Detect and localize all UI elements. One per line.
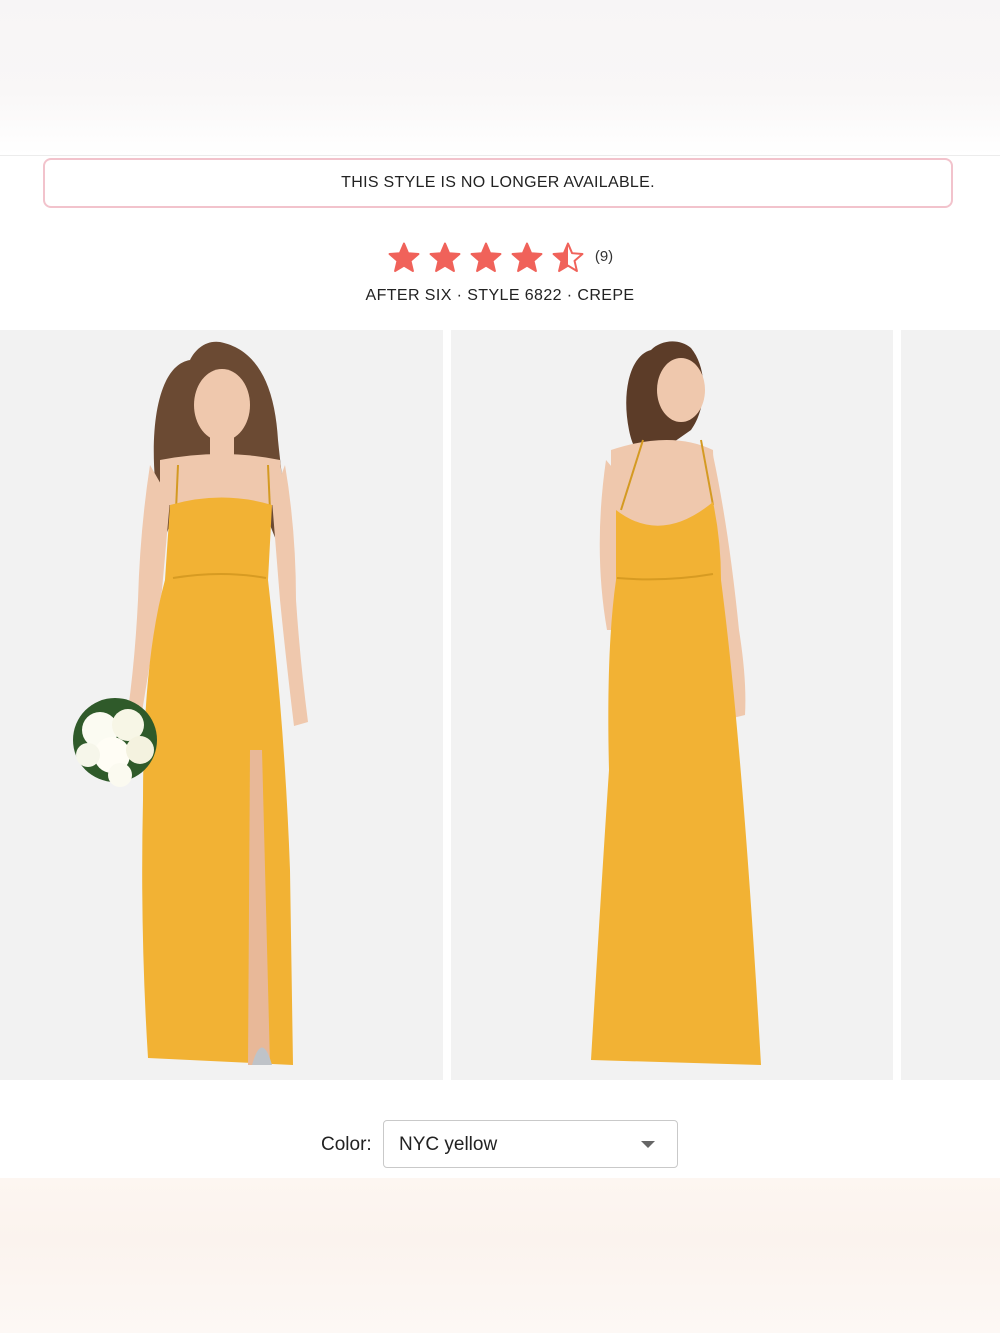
gallery-image-front[interactable] [0,330,443,1080]
star-full-icon [470,242,502,273]
star-rating[interactable] [387,241,585,275]
star-half-icon [552,242,584,273]
review-count[interactable]: (9) [595,248,613,265]
front-view-photo-icon [0,330,443,1080]
product-gallery[interactable] [0,330,1000,1080]
product-subtitle: AFTER SIX · STYLE 6822 · CREPE [365,287,635,304]
gallery-image-back[interactable] [451,330,893,1080]
color-select-value: NYC yellow [399,1134,498,1155]
color-select[interactable]: NYC yellow [383,1120,678,1168]
star-full-icon [511,242,543,273]
partial-photo-icon [901,330,1000,1080]
chevron-down-icon [641,1141,655,1148]
unavailable-notice: THIS STYLE IS NO LONGER AVAILABLE. [43,158,953,208]
header-area [0,0,1000,156]
color-selector-row: Color: NYC yellow [0,1120,1000,1170]
gallery-image-partial[interactable] [901,330,1000,1080]
color-label: Color: [321,1134,372,1155]
rating[interactable]: (9) [0,238,1000,278]
star-full-icon [429,242,461,273]
unavailable-notice-text: THIS STYLE IS NO LONGER AVAILABLE. [341,174,655,191]
star-full-icon [388,242,420,273]
back-view-photo-icon [451,330,893,1080]
footer-area [0,1178,1000,1333]
